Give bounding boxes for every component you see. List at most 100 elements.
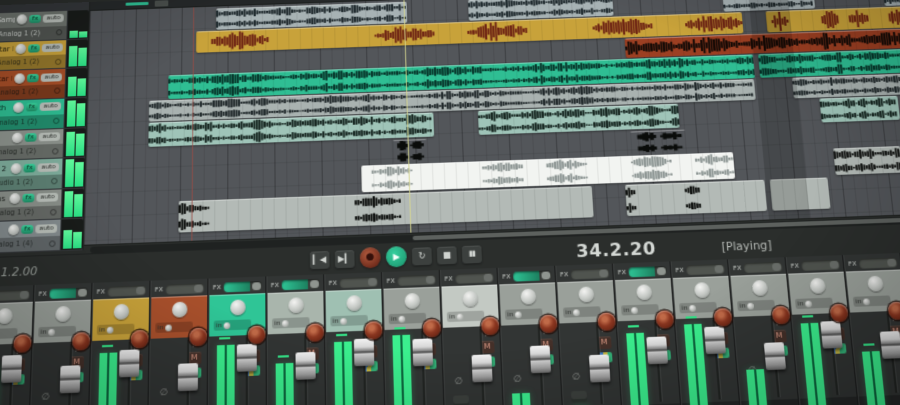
track-fx-chip[interactable]: fx — [28, 44, 41, 53]
transport-stop-button[interactable]: ■ — [437, 246, 457, 264]
pan-knob[interactable] — [520, 289, 536, 305]
track-automation-chip[interactable]: auto — [37, 193, 58, 202]
input-row[interactable]: in — [795, 298, 833, 309]
track-automation-chip[interactable]: auto — [42, 43, 63, 52]
fx-enable-toggle[interactable] — [513, 270, 552, 281]
transport-pause-button[interactable]: ▮▮ — [462, 245, 482, 263]
transport-repeat-button[interactable]: ↻ — [412, 247, 432, 265]
mixer-strip-10[interactable]: FXin◁M∅ — [440, 268, 505, 405]
media-item[interactable] — [625, 180, 767, 216]
track-name[interactable]: Perc — [0, 226, 6, 236]
pan-knob[interactable] — [809, 278, 826, 294]
fx-enable-toggle[interactable] — [397, 275, 436, 286]
transport-record-button[interactable]: ● — [360, 247, 381, 269]
input-row[interactable]: in — [563, 306, 601, 317]
input-knob[interactable] — [49, 328, 56, 335]
track-routing-label[interactable]: Analog 1 (2) — [0, 117, 51, 127]
fader-handle[interactable] — [589, 354, 611, 382]
track-automation-chip[interactable]: auto — [40, 102, 61, 111]
track-fx-chip[interactable]: fx — [27, 73, 40, 82]
input-row[interactable]: in — [737, 300, 775, 311]
fader-handle[interactable] — [764, 342, 786, 370]
track-automation-chip[interactable]: auto — [39, 132, 60, 141]
pan-knob[interactable] — [230, 299, 245, 315]
input-knob[interactable] — [166, 324, 173, 331]
fx-enable-toggle[interactable] — [801, 260, 840, 271]
track-control-1[interactable]: G SamplerfxautoAnalog 1 (2) — [0, 10, 89, 42]
input-row[interactable]: in — [330, 315, 368, 326]
track-name[interactable]: Guitar Lead 2 — [0, 74, 12, 83]
pan-knob[interactable] — [346, 295, 362, 311]
track-name[interactable]: Guitar Lead — [0, 45, 13, 54]
mixer-strip-5[interactable]: FXin◁M∅ — [148, 279, 208, 405]
fader-handle[interactable] — [530, 346, 551, 374]
track-volume-knob[interactable] — [8, 224, 19, 235]
input-knob[interactable] — [863, 298, 870, 305]
fader-handle[interactable] — [354, 338, 374, 366]
env-circle-icon[interactable] — [55, 58, 62, 64]
input-row[interactable]: in — [853, 295, 891, 306]
fader-handle[interactable] — [178, 363, 198, 391]
env-circle-icon[interactable] — [50, 209, 57, 216]
mixer-strip-9[interactable]: FXin◁M∅ — [382, 270, 445, 405]
track-control-6[interactable]: Keys 2fxautoAudio 1 (2) — [0, 158, 85, 192]
track-fx-chip[interactable]: fx — [24, 133, 37, 142]
track-control-7[interactable]: DrumsfxautoAnalog 1 (2) — [0, 188, 84, 222]
fader-handle[interactable] — [820, 320, 843, 348]
phase-icon[interactable]: ∅ — [160, 387, 168, 398]
fader-handle[interactable] — [295, 351, 315, 379]
env-circle-icon[interactable] — [56, 29, 62, 35]
fx-enable-toggle[interactable] — [570, 268, 609, 279]
track-control-2[interactable]: Guitar LeadfxautoAnalog 1 (2) — [0, 39, 88, 71]
input-row[interactable]: in — [447, 311, 485, 322]
media-item[interactable] — [393, 139, 427, 163]
pan-knob[interactable] — [113, 304, 129, 320]
pan-knob[interactable] — [0, 308, 12, 324]
track-fx-chip[interactable]: fx — [29, 15, 41, 24]
track-volume-knob[interactable] — [15, 44, 26, 55]
track-control-3[interactable]: Guitar Lead 2fxautoAnalog 1 (2) — [0, 68, 87, 101]
track-volume-knob[interactable] — [14, 73, 25, 84]
input-knob[interactable] — [341, 317, 348, 324]
env-circle-icon[interactable] — [53, 118, 60, 125]
fx-enable-toggle[interactable] — [223, 281, 262, 292]
fx-enable-toggle[interactable] — [455, 272, 494, 283]
track-control-5[interactable]: Key fxauto Analog 1 (2) — [0, 128, 86, 161]
track-routing-label[interactable]: Analog 1 (2) — [0, 148, 50, 158]
input-knob[interactable] — [224, 322, 231, 329]
track-volume-knob[interactable] — [10, 163, 21, 174]
input-row[interactable]: in — [38, 326, 76, 338]
track-fx-chip[interactable]: fx — [23, 163, 36, 172]
fader-handle[interactable] — [704, 327, 726, 355]
input-row[interactable]: in — [155, 321, 193, 333]
input-knob[interactable] — [632, 307, 639, 314]
track-routing-label[interactable]: Analog 1 (4) — [0, 240, 47, 250]
env-circle-icon[interactable] — [52, 148, 59, 155]
phase-icon[interactable]: ∅ — [455, 376, 463, 387]
fx-enable-toggle[interactable] — [858, 257, 898, 268]
fader-handle[interactable] — [880, 331, 900, 359]
track-volume-knob[interactable] — [9, 193, 20, 204]
track-name[interactable]: Key — [0, 134, 10, 143]
track-automation-chip[interactable]: auto — [38, 162, 59, 171]
input-row[interactable]: in — [389, 313, 427, 324]
track-fx-chip[interactable]: fx — [26, 103, 39, 112]
fx-enable-toggle[interactable] — [165, 283, 204, 294]
input-knob[interactable] — [283, 320, 290, 327]
input-knob[interactable] — [805, 300, 812, 307]
mixer-strip-2[interactable]: FXin◁M∅ — [0, 285, 35, 405]
env-circle-icon[interactable] — [54, 88, 61, 94]
track-routing-label[interactable]: Analog 1 (2) — [0, 209, 48, 219]
track-routing-label[interactable]: Audio 1 (2) — [0, 178, 49, 188]
fx-enable-toggle[interactable] — [743, 262, 782, 273]
mixer-strip-11[interactable]: FXin◁M∅ — [498, 266, 564, 405]
fx-enable-toggle[interactable] — [0, 290, 30, 301]
fx-enable-toggle[interactable] — [49, 287, 88, 298]
input-knob[interactable] — [399, 315, 406, 322]
pan-knob[interactable] — [578, 286, 594, 302]
media-item[interactable] — [630, 130, 687, 155]
track-control-4[interactable]: SynthfxautoAnalog 1 (2) — [0, 98, 87, 131]
phase-icon[interactable]: ∅ — [572, 371, 580, 382]
input-row[interactable]: in — [214, 319, 251, 331]
fader-handle[interactable] — [412, 339, 433, 367]
